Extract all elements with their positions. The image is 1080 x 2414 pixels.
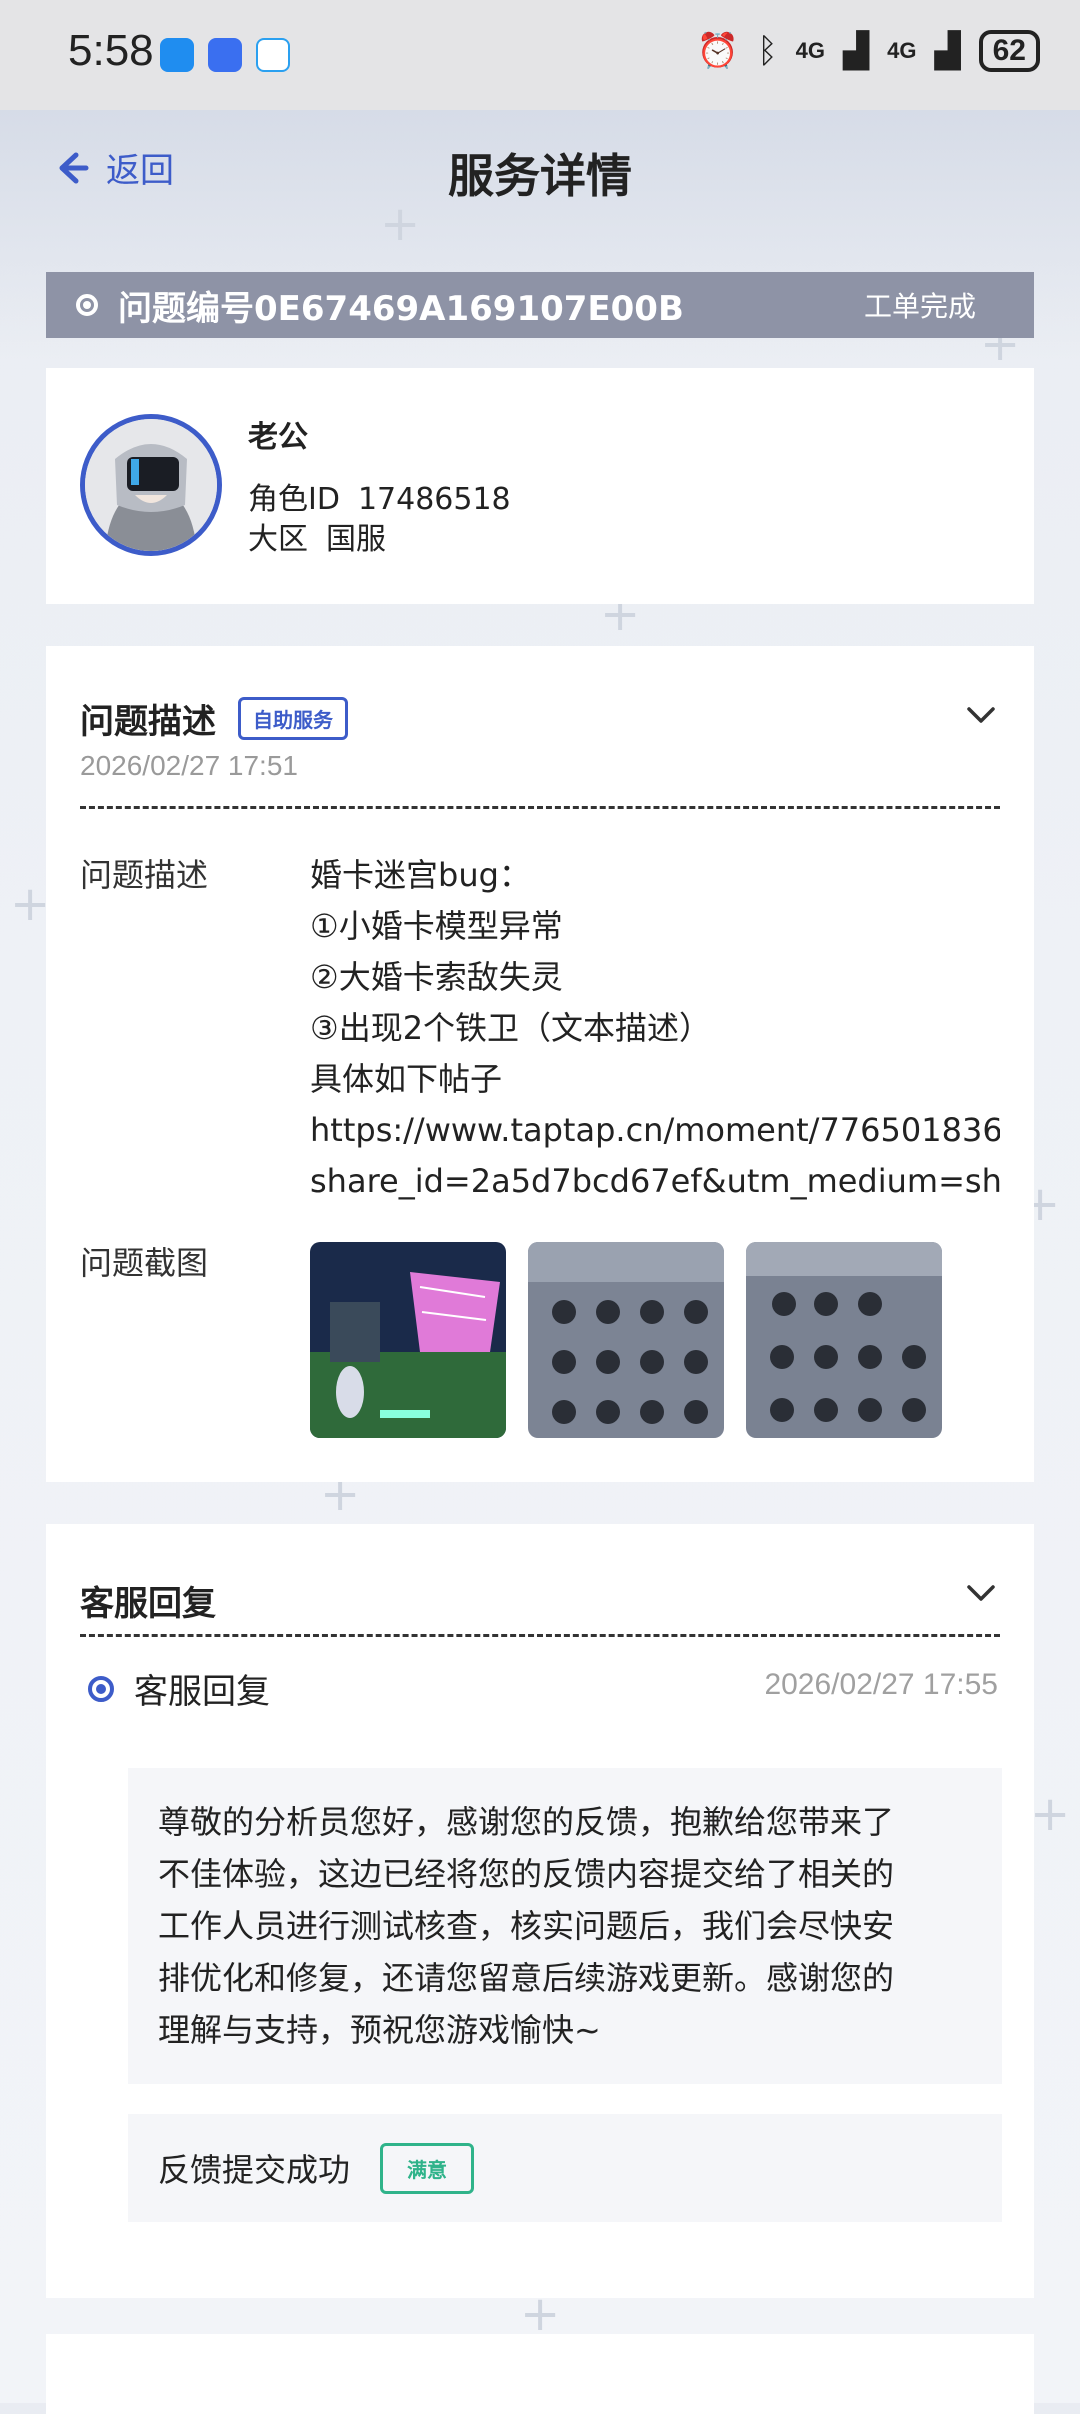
signal-icon-2: ▟ [934,32,961,70]
signal-icon: ▟ [842,32,870,70]
screenshot-thumbnail-3[interactable] [746,1242,942,1438]
role-id-row: 角色ID 17486518 [248,474,511,518]
bluetooth-icon: ᛒ [757,31,778,70]
region-row: 大区 国服 [248,514,386,558]
reply-item-label: 客服回复 [134,1672,270,1712]
next-card [46,2334,1034,2414]
description-line: ③出现2个铁卫（文本描述） [310,1009,712,1047]
reply-message-line: 不佳体验，这边已经将您的反馈内容提交给了相关的 [158,1855,895,1893]
satisfied-badge: 满意 [380,2142,475,2194]
alarm-icon: ⏰ [696,32,740,70]
screenshot-label: 问题截图 [80,1244,209,1282]
page-title: 服务详情 [448,149,632,203]
radio-dot-icon [88,1676,114,1702]
signal-4g-label: 4G [795,38,825,63]
description-text[interactable]: 婚卡迷宫bug： ①小婚卡模型异常 ②大婚卡索敌失灵 ③出现2个铁卫（文本描述）… [310,850,1000,1207]
status-bar: 5:58 ⏰ ᛒ 4G ▟ 4G ▟ 62 [0,0,1080,110]
description-label: 问题描述 [80,856,209,894]
reply-time: 2026/02/27 17:55 [764,1668,998,1701]
description-line: ①小婚卡模型异常 [310,907,563,945]
profile-name: 老公 [248,420,308,455]
voice-app-icon [208,38,242,72]
reply-message-line: 排优化和修复，还请您留意后续游戏更新。感谢您的 [158,1959,895,1997]
ticket-number-bar: 问题编号0E67469A169107E00B 工单完成 [46,272,1034,338]
description-link-cont[interactable]: share_id=2a5d7bcd67ef&utm_medium=shar [310,1156,1000,1207]
reply-message-line: 工作人员进行测试核查，核实问题后，我们会尽快安 [158,1907,895,1945]
reply-card: 客服回复 客服回复 2026/02/27 17:55 尊敬的分析员您好，感谢您的… [46,1524,1034,2298]
avatar [80,414,222,556]
description-line: 具体如下帖子 [310,1060,503,1098]
reply-message-line: 理解与支持，预祝您游戏愉快~ [158,2011,601,2049]
description-title: 问题描述 [80,702,216,742]
ticket-number: 问题编号0E67469A169107E00B [118,288,684,329]
divider [80,806,1000,809]
status-time: 5:58 [68,26,154,75]
description-line: 婚卡迷宫bug： [310,856,531,894]
role-id-label: 角色ID [248,482,340,517]
feedback-result: 反馈提交成功 满意 [128,2114,1002,2222]
ticket-status: 工单完成 [863,290,976,323]
signal-4g-label-2: 4G [887,38,917,63]
chevron-down-icon[interactable] [964,1576,998,1610]
ticket-dot-icon [76,294,98,316]
self-service-tag: 自助服务 [238,697,348,740]
battery-icon: 62 [978,30,1040,72]
feedback-result-text: 反馈提交成功 [158,2151,351,2189]
role-id-value: 17486518 [357,482,511,517]
reply-message: 尊敬的分析员您好，感谢您的反馈，抱歉给您带来了 不佳体验，这边已经将您的反馈内容… [128,1768,1002,2084]
description-line: ②大婚卡索敌失灵 [310,958,563,996]
description-link[interactable]: https://www.taptap.cn/moment/776501836 [310,1105,1000,1156]
divider [80,1634,1000,1637]
message-app-icon [160,38,194,72]
reply-title: 客服回复 [80,1584,216,1624]
description-time: 2026/02/27 17:51 [80,750,298,781]
chevron-down-icon[interactable] [964,698,998,732]
chat-app-icon [256,38,290,72]
region-label: 大区 [248,522,308,557]
screenshot-thumbnail-2[interactable] [528,1242,724,1438]
screenshot-thumbnail-1[interactable] [310,1242,506,1438]
region-value: 国服 [326,522,386,557]
profile-card: 老公 角色ID 17486518 大区 国服 [46,368,1034,604]
reply-message-line: 尊敬的分析员您好，感谢您的反馈，抱歉给您带来了 [158,1803,895,1841]
description-card: 问题描述 自助服务 2026/02/27 17:51 问题描述 婚卡迷宫bug：… [46,646,1034,1482]
